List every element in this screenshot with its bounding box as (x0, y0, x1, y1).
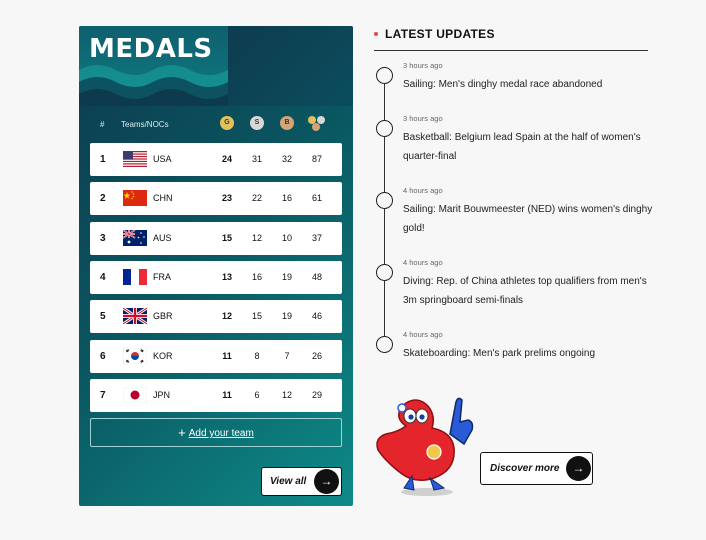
row-code: CHN (153, 193, 173, 203)
plus-icon: + (178, 425, 186, 440)
update-text[interactable]: Basketball: Belgium lead Spain at the ha… (403, 128, 653, 166)
row-code: KOR (153, 351, 173, 361)
row-code: FRA (153, 272, 171, 282)
silver-medal-icon: S (250, 116, 264, 130)
row-silver: 12 (251, 233, 262, 243)
row-rank: 7 (100, 390, 106, 401)
row-rank: 3 (100, 233, 106, 244)
latest-updates-header: LATEST UPDATES (374, 26, 648, 51)
arrow-right-icon: → (314, 469, 339, 494)
header-rank: # (100, 120, 105, 129)
row-bronze: 10 (281, 233, 292, 243)
table-row[interactable]: 6 KOR 11 8 7 26 (90, 340, 342, 373)
waves-decoration (79, 65, 228, 106)
row-gold: 15 (221, 233, 232, 243)
row-total: 48 (311, 272, 322, 282)
bronze-medal-icon: B (280, 116, 294, 130)
medals-header-banner: MEDALS (79, 26, 228, 106)
row-total: 46 (311, 311, 322, 321)
row-silver: 22 (251, 193, 262, 203)
row-code: AUS (153, 233, 172, 243)
row-rank: 1 (100, 154, 106, 165)
discover-more-button[interactable]: Discover more → (480, 452, 593, 485)
medals-header: MEDALS (79, 26, 353, 106)
medals-header-right (228, 26, 353, 106)
update-time: 3 hours ago (403, 61, 443, 70)
row-bronze: 16 (281, 193, 292, 203)
update-text[interactable]: Diving: Rep. of China athletes top quali… (403, 272, 653, 310)
row-silver: 31 (251, 154, 262, 164)
timeline-circle-icon (376, 192, 393, 209)
view-all-label: View all (270, 476, 307, 487)
table-header: # Teams/NOCs G S B (90, 116, 342, 134)
row-rank: 5 (100, 311, 106, 322)
row-gold: 24 (221, 154, 232, 164)
row-bronze: 32 (281, 154, 292, 164)
arrow-right-icon: → (566, 456, 591, 481)
update-time: 4 hours ago (403, 186, 443, 195)
total-medals-icon (308, 116, 328, 132)
row-bronze: 19 (281, 311, 292, 321)
table-row[interactable]: 5 GBR 12 15 19 46 (90, 300, 342, 333)
table-row[interactable]: 3 AUS 15 12 10 37 (90, 222, 342, 255)
row-rank: 6 (100, 351, 106, 362)
row-bronze: 7 (284, 351, 290, 361)
update-text[interactable]: Skateboarding: Men's park prelims ongoin… (403, 344, 653, 363)
timeline-circle-icon (376, 336, 393, 353)
add-team-label: Add your team (188, 428, 254, 439)
table-row[interactable]: 4 FRA 13 16 19 48 (90, 261, 342, 294)
update-text[interactable]: Sailing: Marit Bouwmeester (NED) wins wo… (403, 200, 653, 238)
row-code: GBR (153, 311, 173, 321)
row-code: USA (153, 154, 172, 164)
gold-medal-icon: G (220, 116, 234, 130)
aus-flag-icon (123, 230, 147, 246)
jpn-flag-icon (123, 387, 147, 403)
update-time: 4 hours ago (403, 258, 443, 267)
update-text[interactable]: Sailing: Men's dinghy medal race abandon… (403, 75, 653, 94)
table-row[interactable]: 1 USA 24 31 32 87 (90, 143, 342, 176)
discover-more-label: Discover more (490, 463, 560, 474)
timeline-circle-icon (376, 264, 393, 281)
row-gold: 23 (221, 193, 232, 203)
chn-flag-icon (123, 190, 147, 206)
row-gold: 12 (221, 311, 232, 321)
table-row[interactable]: 2 CHN 23 22 16 61 (90, 182, 342, 215)
row-total: 26 (311, 351, 322, 361)
timeline-circle-icon (376, 67, 393, 84)
kor-flag-icon (123, 348, 147, 364)
row-code: JPN (153, 390, 171, 400)
timeline-circle-icon (376, 120, 393, 137)
row-rank: 4 (100, 272, 106, 283)
update-time: 4 hours ago (403, 330, 443, 339)
bullet-dot-icon (374, 32, 378, 36)
add-team-button[interactable]: + Add your team (90, 418, 342, 447)
row-total: 87 (311, 154, 322, 164)
row-rank: 2 (100, 193, 106, 204)
row-total: 37 (311, 233, 322, 243)
timeline-line (384, 75, 385, 345)
row-total: 29 (311, 390, 322, 400)
view-all-button[interactable]: View all → (261, 467, 342, 496)
usa-flag-icon (123, 151, 147, 167)
row-silver: 15 (251, 311, 262, 321)
row-gold: 13 (221, 272, 232, 282)
row-silver: 6 (254, 390, 260, 400)
fra-flag-icon (123, 269, 147, 285)
latest-updates-title: LATEST UPDATES (385, 27, 495, 41)
medals-title: MEDALS (89, 34, 213, 64)
row-bronze: 19 (281, 272, 292, 282)
header-team: Teams/NOCs (121, 120, 169, 129)
row-total: 61 (311, 193, 322, 203)
row-silver: 16 (251, 272, 262, 282)
update-time: 3 hours ago (403, 114, 443, 123)
row-gold: 11 (222, 390, 232, 400)
row-silver: 8 (254, 351, 260, 361)
medals-panel: MEDALS # Teams/NOCs G S B 1 USA 24 31 32… (79, 26, 353, 506)
table-row[interactable]: 7 JPN 11 6 12 29 (90, 379, 342, 412)
row-gold: 11 (222, 351, 232, 361)
row-bronze: 12 (281, 390, 292, 400)
mascot-illustration (376, 397, 474, 496)
gbr-flag-icon (123, 308, 147, 324)
